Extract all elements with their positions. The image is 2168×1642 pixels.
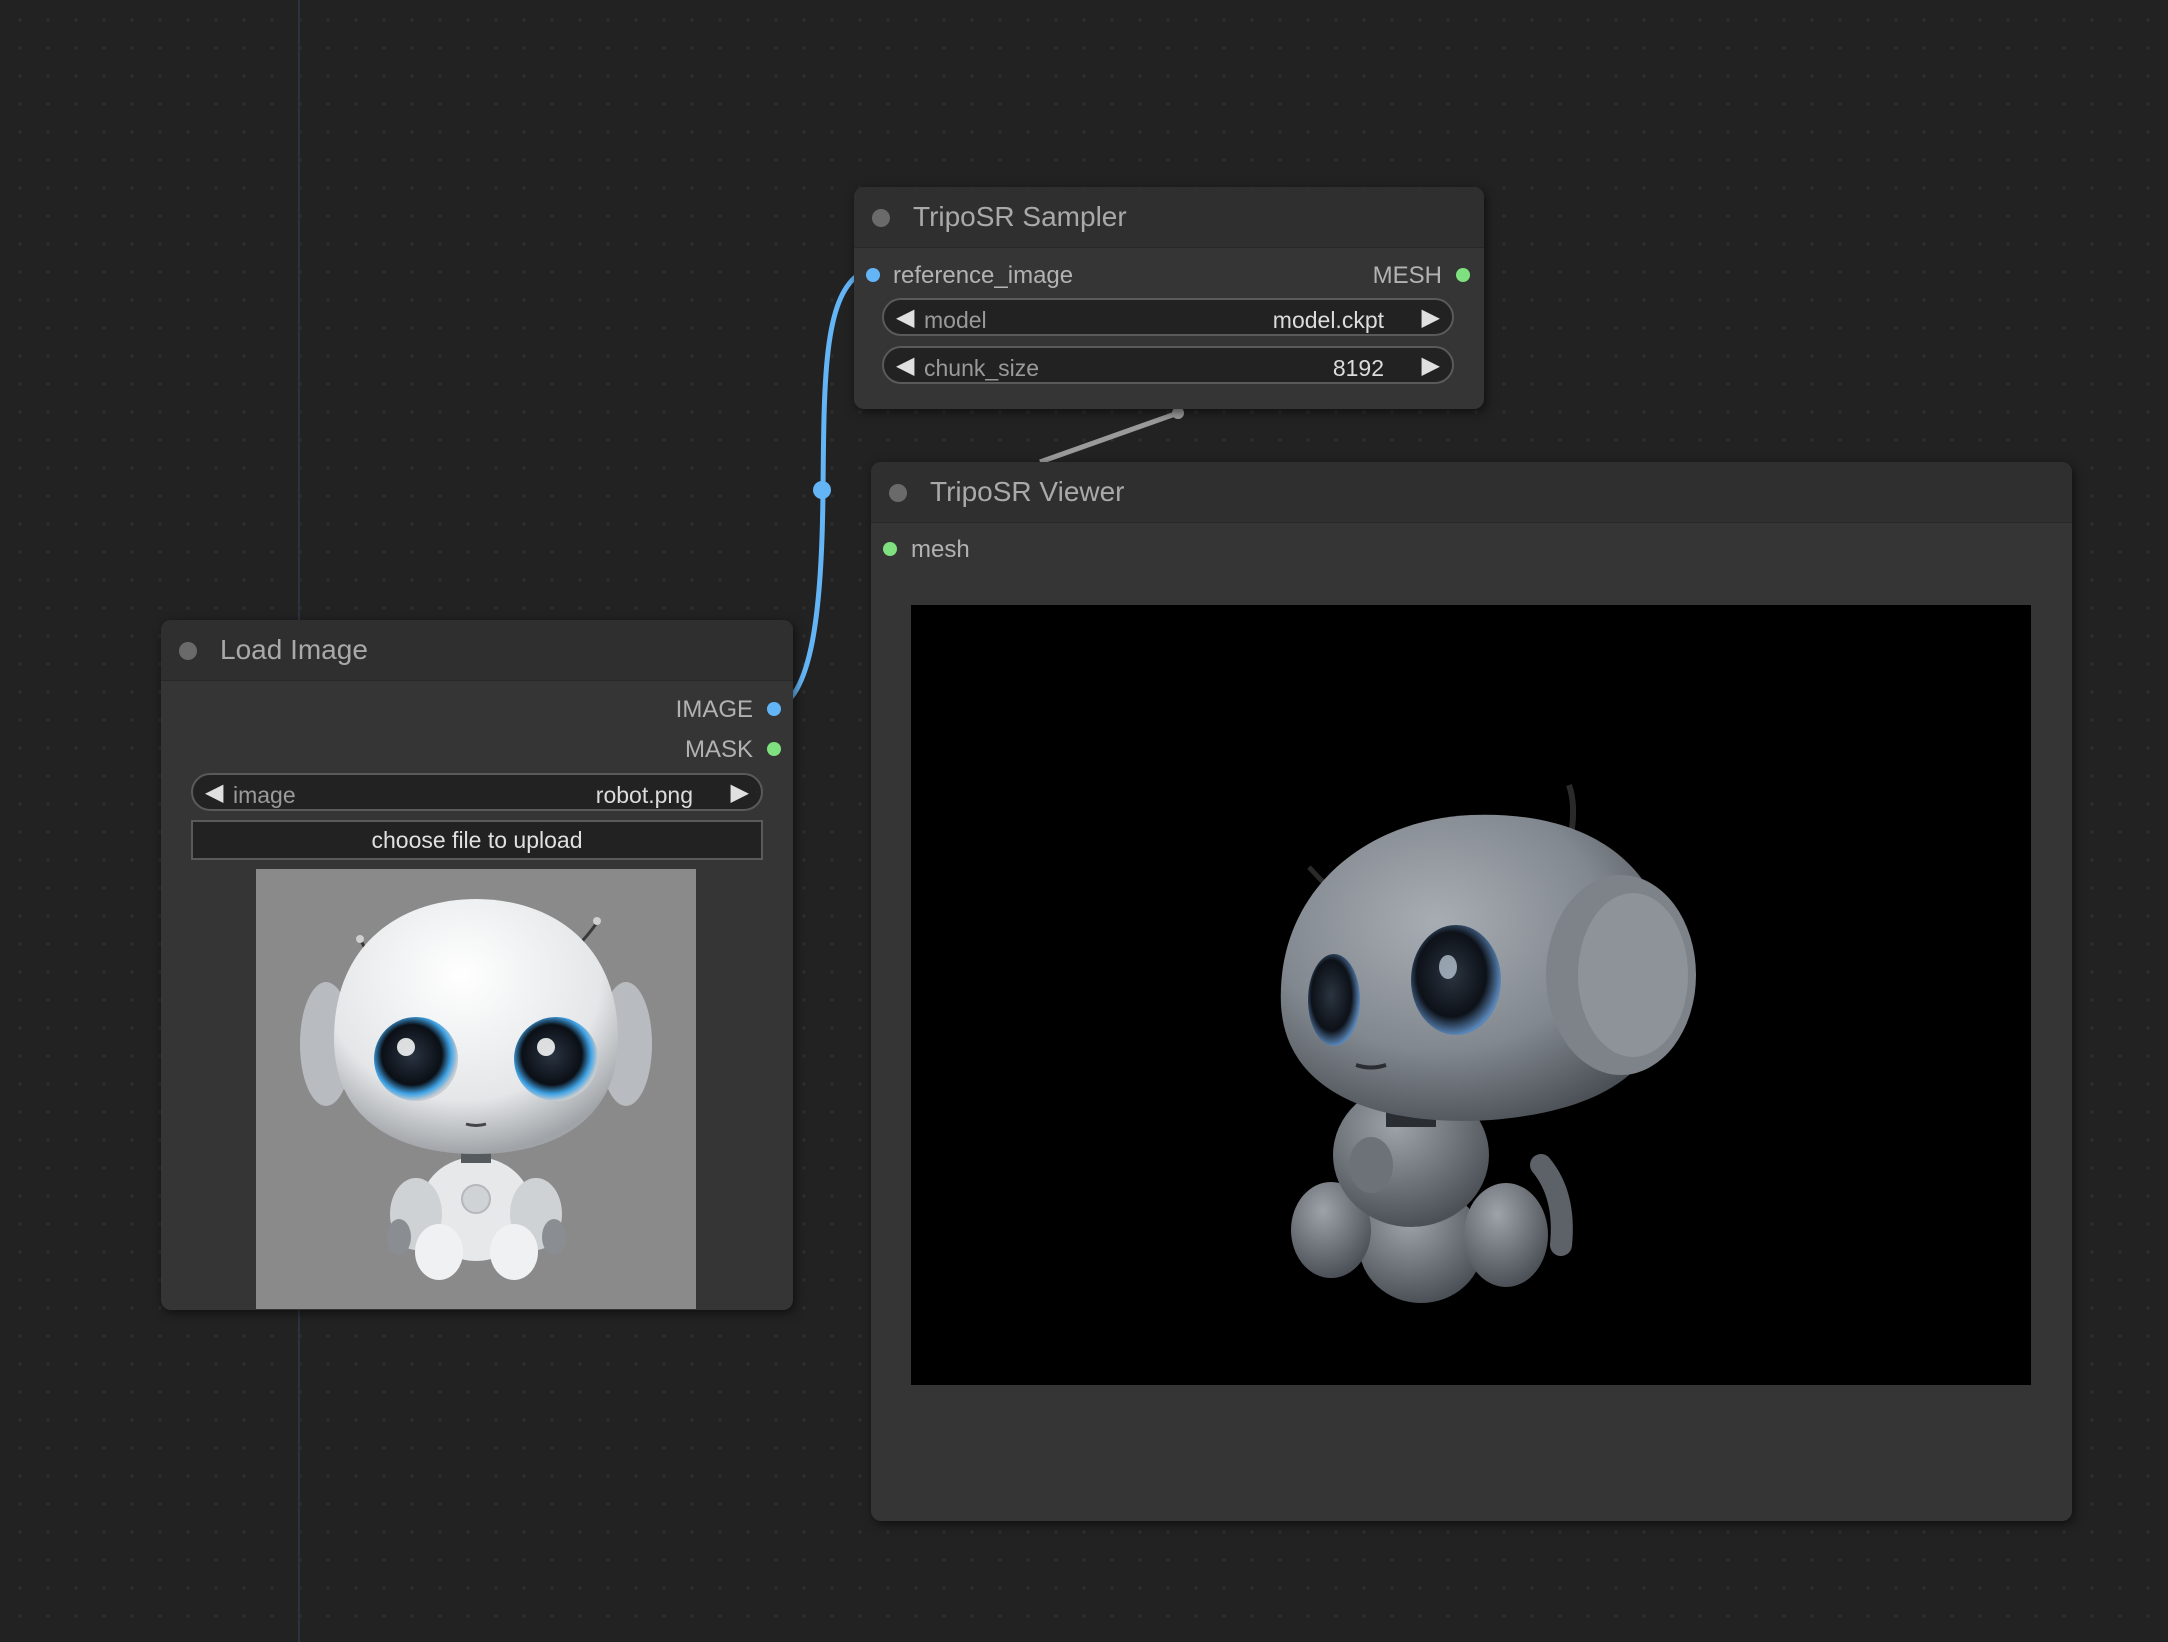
node-title: TripoSR Viewer (930, 476, 1125, 507)
image-output-socket[interactable] (767, 702, 781, 716)
image-link-midpoint[interactable] (813, 481, 831, 499)
image-preview (256, 869, 696, 1309)
widget-label: chunk_size (924, 355, 1040, 381)
increment-arrow-icon[interactable]: ▶ (731, 779, 749, 807)
node-title: TripoSR Sampler (913, 201, 1127, 232)
mask-output-socket[interactable] (767, 742, 781, 756)
widget-value: robot.png (595, 782, 693, 808)
node-header[interactable]: TripoSR Sampler (854, 187, 1484, 248)
upload-button[interactable]: choose file to upload (191, 820, 763, 860)
triposr-viewer-node[interactable]: TripoSR Viewer mesh (871, 462, 2072, 1521)
mesh-output-socket[interactable] (1456, 268, 1470, 282)
widget-value: model.ckpt (1272, 307, 1384, 333)
reference-image-input-socket[interactable] (866, 268, 880, 282)
node-header[interactable]: TripoSR Viewer (871, 462, 2072, 523)
increment-arrow-icon[interactable]: ▶ (1422, 304, 1440, 332)
mesh-output-label: MESH (1372, 262, 1442, 289)
image-combo-widget[interactable]: ◀ image robot.png ▶ (191, 773, 763, 811)
collapse-dot[interactable] (872, 209, 890, 227)
load-image-node[interactable]: Load Image IMAGE MASK ◀ image robot.png … (161, 620, 793, 1310)
mesh-3d-viewer[interactable] (911, 605, 2031, 1385)
decrement-arrow-icon[interactable]: ◀ (896, 352, 914, 380)
widget-label: image (233, 782, 296, 808)
node-title: Load Image (220, 634, 368, 665)
image-output-label: IMAGE (675, 696, 753, 723)
robot-3d-mesh-icon (1280, 784, 1696, 1303)
robot-preview-icon (300, 899, 652, 1280)
increment-arrow-icon[interactable]: ▶ (1422, 352, 1440, 380)
decrement-arrow-icon[interactable]: ◀ (205, 779, 223, 807)
model-combo-widget[interactable]: ◀ model model.ckpt ▶ (882, 298, 1454, 336)
collapse-dot[interactable] (179, 642, 197, 660)
mask-output-label: MASK (684, 736, 753, 763)
node-header[interactable]: Load Image (161, 620, 793, 681)
widget-value: 8192 (1332, 355, 1384, 381)
widget-label: model (924, 307, 987, 333)
mesh-input-label: mesh (911, 536, 970, 563)
chunk-size-number-widget[interactable]: ◀ chunk_size 8192 ▶ (882, 346, 1454, 384)
collapse-dot[interactable] (889, 484, 907, 502)
reference-image-input-label: reference_image (893, 262, 1074, 289)
mesh-input-socket[interactable] (883, 542, 897, 556)
decrement-arrow-icon[interactable]: ◀ (896, 304, 914, 332)
mesh-link[interactable] (1039, 410, 1179, 465)
triposr-sampler-node[interactable]: TripoSR Sampler reference_image MESH ◀ m… (854, 187, 1484, 409)
